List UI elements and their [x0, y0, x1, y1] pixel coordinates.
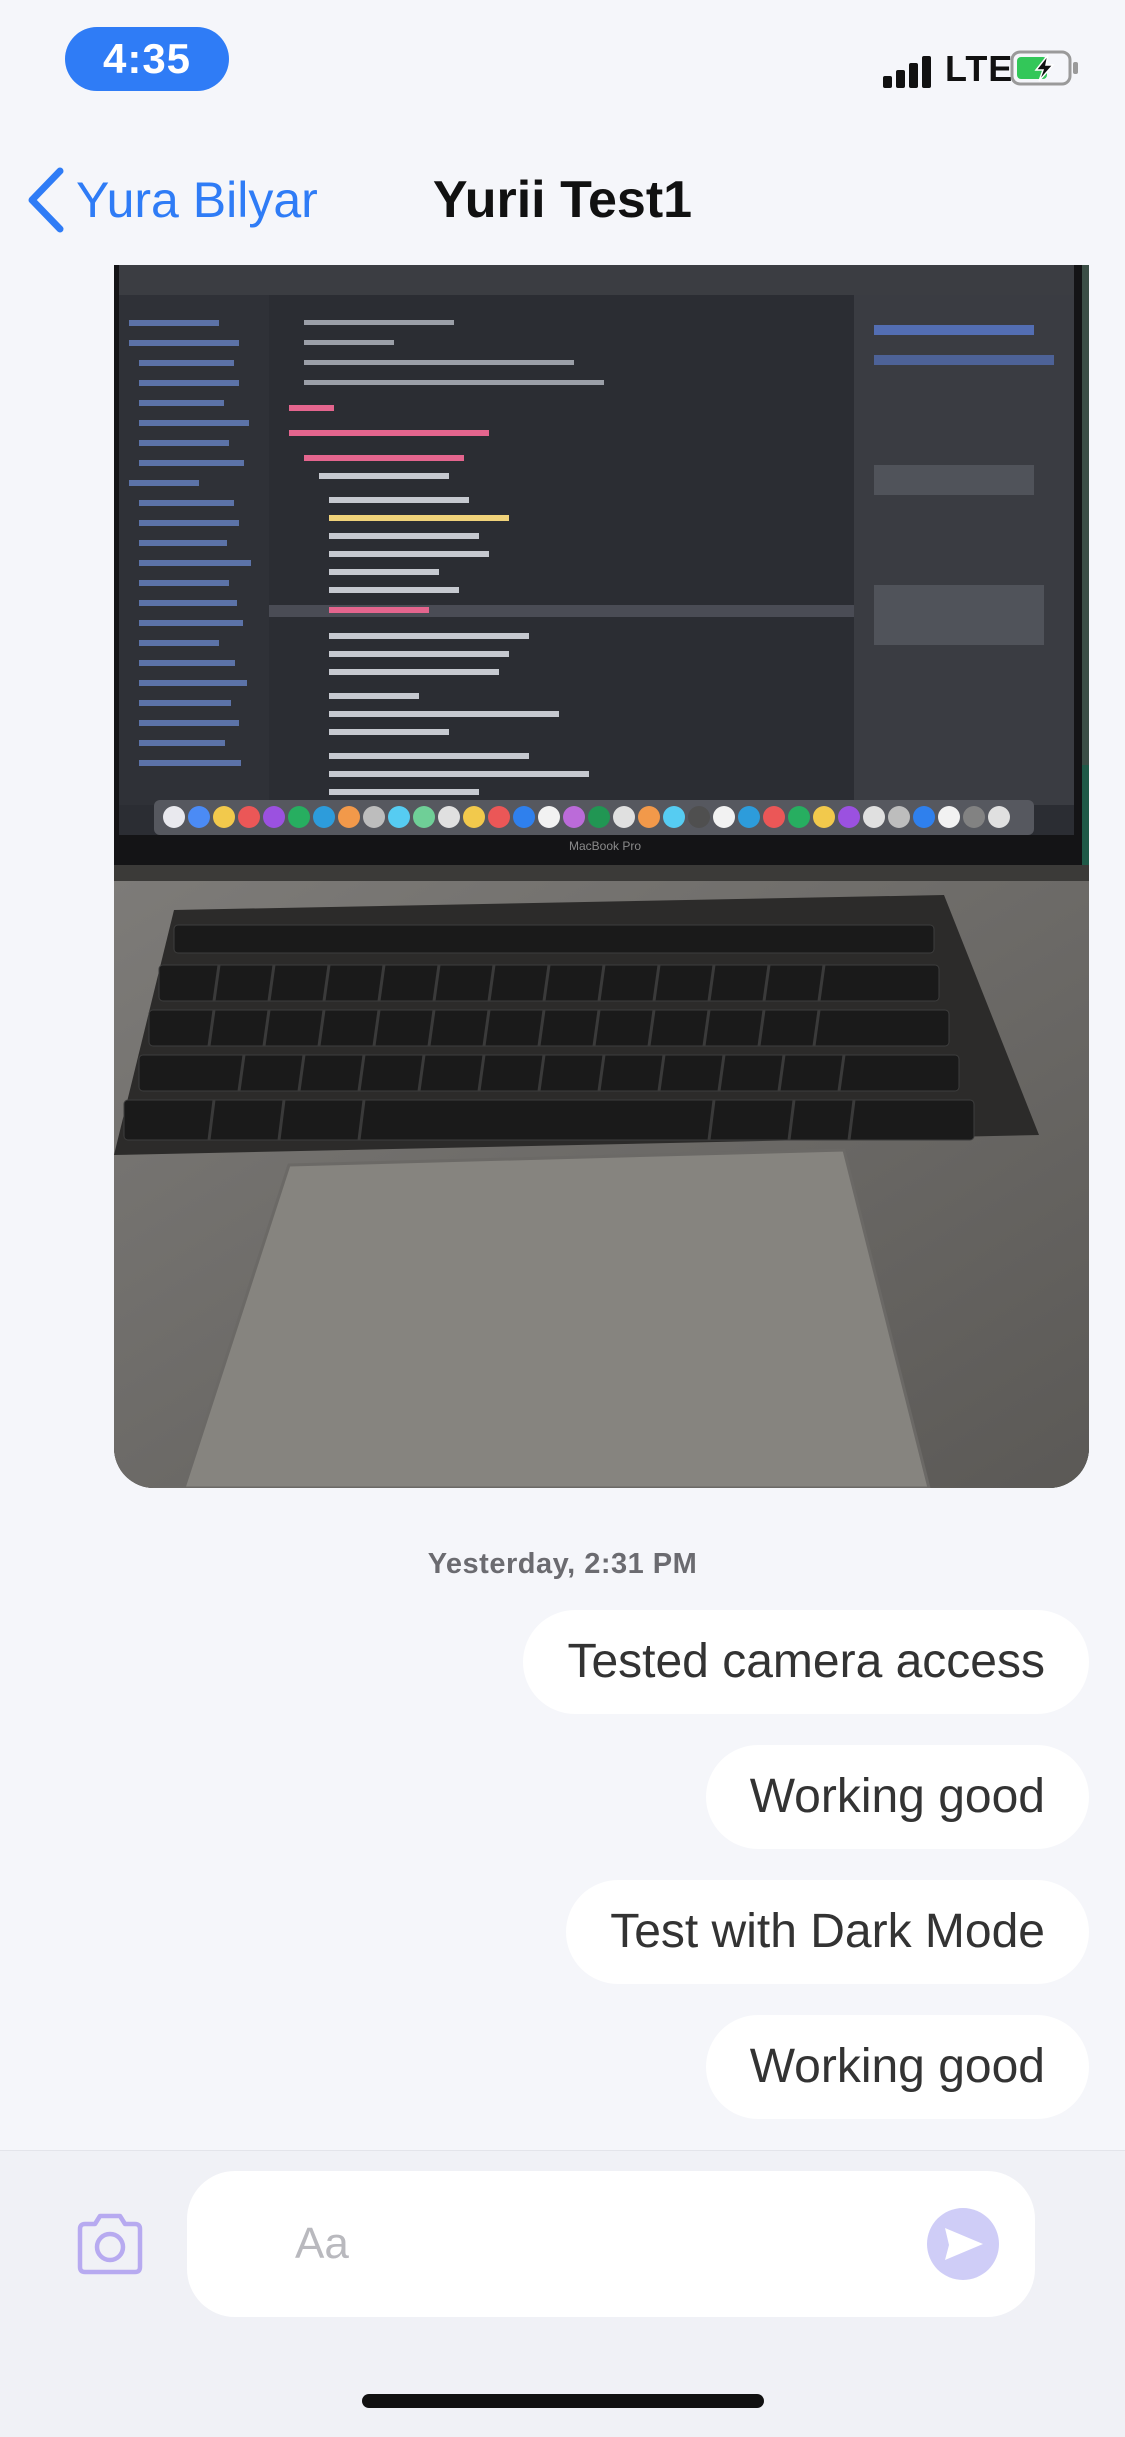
- camera-icon[interactable]: [72, 2211, 148, 2277]
- battery-charging-icon: [1010, 50, 1078, 86]
- conversation-title: Yurii Test1: [432, 171, 693, 229]
- message-timestamp: Yesterday, 2:31 PM: [427, 1548, 698, 1580]
- input-placeholder: Aa: [295, 2219, 349, 2268]
- signal-bars-icon: [883, 52, 943, 88]
- photo-message[interactable]: MacBook Pro: [114, 265, 1089, 1488]
- laptop-photo: MacBook Pro: [114, 265, 1089, 1488]
- laptop-label: MacBook Pro: [569, 839, 641, 853]
- send-icon: [945, 2228, 983, 2260]
- status-bar: 4:35 LTE: [0, 0, 1125, 130]
- home-indicator: [362, 2394, 764, 2408]
- navigation-bar: Yura Bilyar Yurii Test1: [0, 130, 1125, 265]
- message-input[interactable]: Aa: [187, 2171, 1035, 2317]
- message-bubble[interactable]: Working good: [705, 1745, 1089, 1849]
- send-button[interactable]: [927, 2208, 999, 2280]
- message-bubble[interactable]: Test with Dark Mode: [566, 1880, 1089, 1984]
- message-bubble[interactable]: Tested camera access: [523, 1610, 1089, 1714]
- status-time: 4:35: [65, 27, 229, 91]
- message-bubble[interactable]: Working good: [705, 2015, 1089, 2119]
- network-type: LTE: [945, 48, 1014, 89]
